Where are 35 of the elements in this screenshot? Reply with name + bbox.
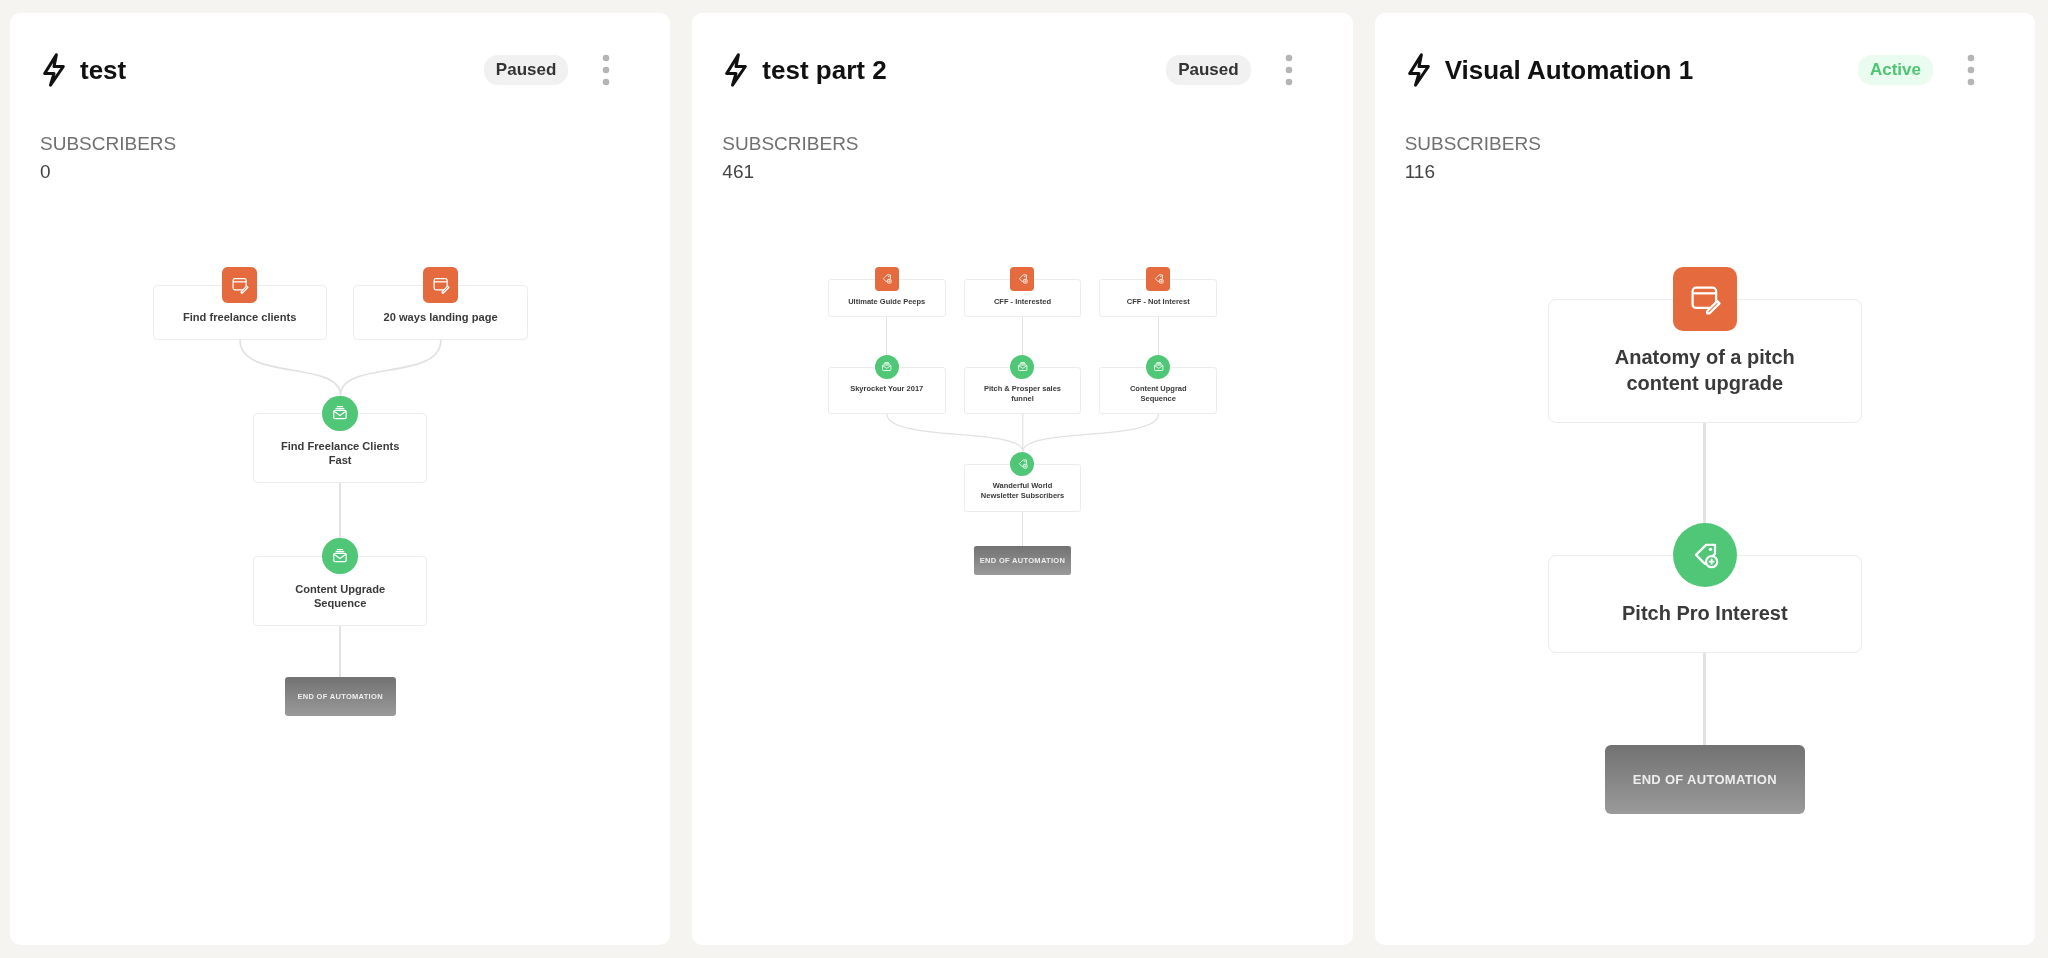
tag-icon	[1146, 267, 1171, 291]
envelope-icon	[874, 354, 899, 379]
automation-title: test part 2	[762, 54, 888, 86]
subscribers-label: SUBSCRIBERS	[1404, 133, 1542, 155]
lightning-bolt-icon	[40, 52, 68, 88]
more-vertical-icon	[1284, 54, 1293, 86]
envelope-icon	[322, 395, 358, 431]
subscribers-count: 0	[40, 161, 52, 183]
tag-icon	[874, 267, 899, 291]
flow-step-card[interactable]: Content Upgrade Sequence	[253, 556, 428, 626]
status-badge: Paused	[1166, 55, 1251, 85]
envelope-icon	[1010, 354, 1035, 379]
flow-step-card[interactable]: Find freelance clients	[152, 284, 327, 340]
form-edit-icon	[422, 267, 459, 303]
status-badge: Paused	[483, 55, 569, 85]
form-edit-icon	[1672, 267, 1737, 331]
flow-step-card[interactable]: 20 ways landing page	[353, 284, 528, 340]
flow-step-card[interactable]: Anatomy of a pitch content upgrade	[1547, 299, 1862, 423]
automation-title: test	[80, 54, 128, 86]
form-edit-icon	[221, 267, 258, 303]
flow-step-card[interactable]: Find Freelance Clients Fast	[253, 413, 428, 483]
subscribers-label: SUBSCRIBERS	[40, 133, 178, 155]
subscribers-count: 461	[722, 161, 756, 183]
tag-icon	[1010, 267, 1035, 291]
automation-title: Visual Automation 1	[1444, 54, 1695, 86]
status-badge: Active	[1857, 55, 1933, 85]
envelope-icon	[322, 538, 358, 574]
envelope-icon	[1146, 354, 1171, 379]
end-of-automation-marker: END OF AUTOMATION	[1604, 745, 1805, 814]
more-vertical-icon	[1967, 54, 1975, 86]
tag-icon	[1010, 451, 1035, 476]
subscribers-label: SUBSCRIBERS	[722, 133, 860, 155]
more-vertical-icon	[602, 54, 611, 86]
flow-step-card[interactable]: Pitch Pro Interest	[1547, 555, 1862, 653]
subscribers-count: 116	[1404, 161, 1436, 183]
